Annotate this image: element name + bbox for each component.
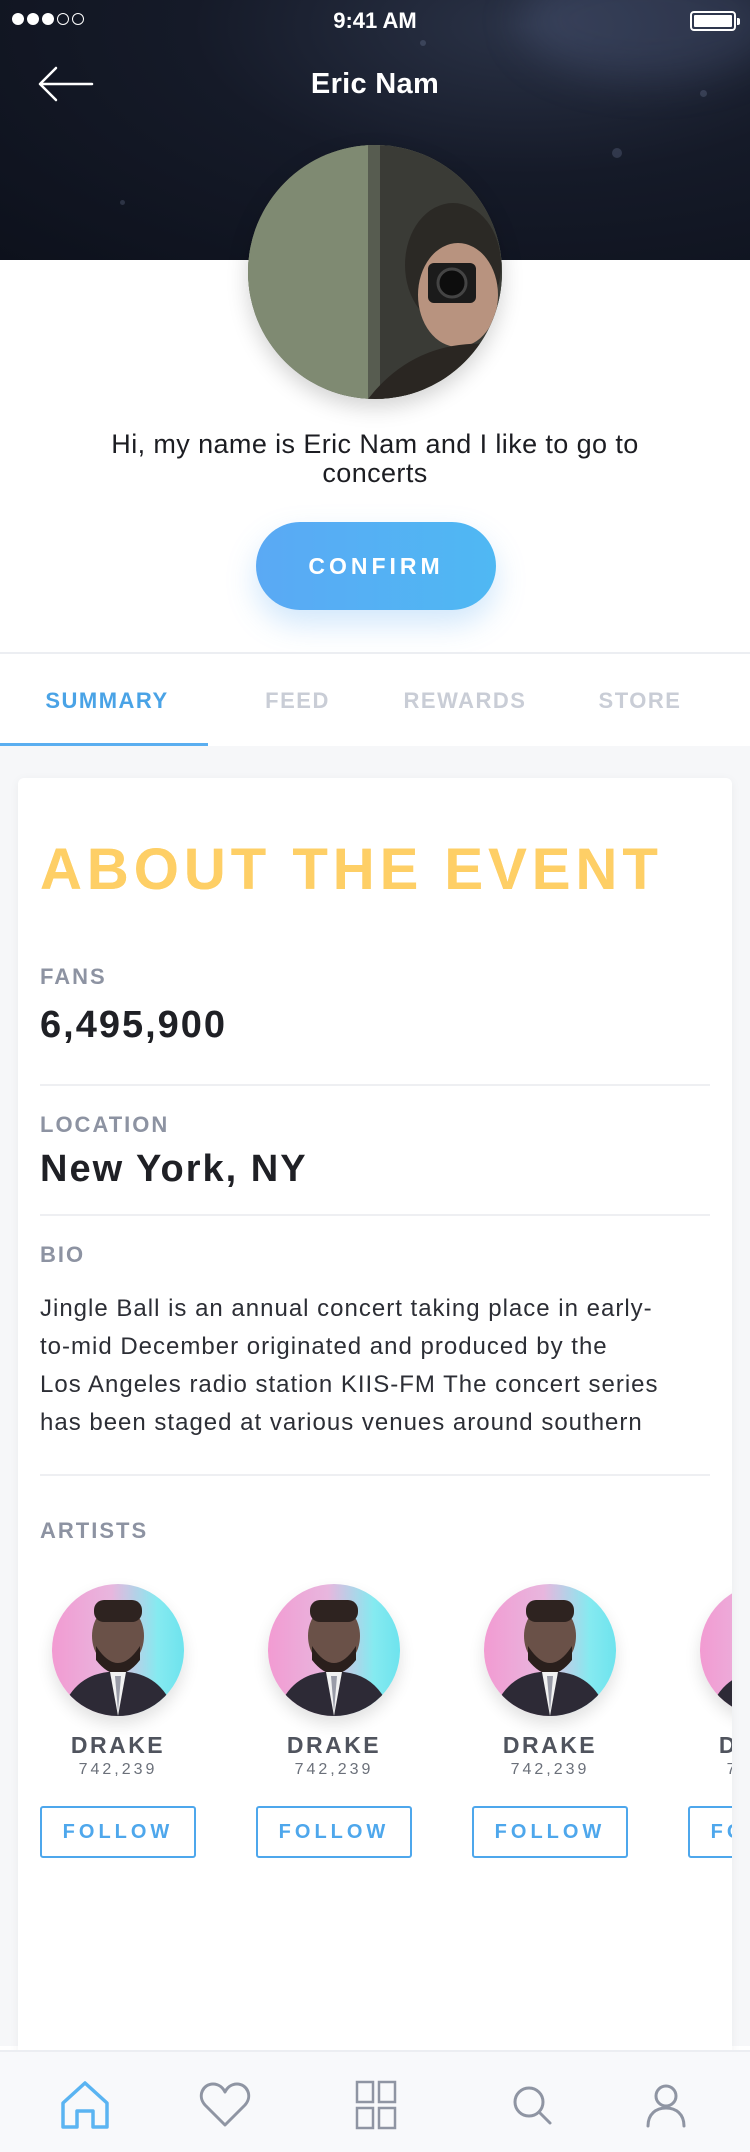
location-label: LOCATION xyxy=(40,1112,170,1137)
battery-icon xyxy=(690,11,740,31)
artist-avatar[interactable] xyxy=(484,1584,616,1716)
follow-button[interactable]: FOLLOW xyxy=(688,1806,732,1858)
follow-button[interactable]: FOLLOW xyxy=(40,1806,196,1858)
event-title: ABOUT THE EVENT xyxy=(40,837,663,902)
bio-label: BIO xyxy=(40,1242,86,1267)
artist-follower-count: 742,239 xyxy=(294,1761,374,1778)
artists-label: ARTISTS xyxy=(40,1518,149,1543)
artist-follower-count: 742,239 xyxy=(78,1761,158,1778)
divider xyxy=(40,1214,710,1216)
artist-name: DRAKE xyxy=(718,1732,732,1758)
tab-summary[interactable]: SUMMARY xyxy=(0,654,214,748)
artist-follower-count: 742,239 xyxy=(510,1761,590,1778)
fans-value: 6,495,900 xyxy=(40,1004,228,1046)
location-value: New York, NY xyxy=(40,1148,308,1190)
artist-avatar[interactable] xyxy=(52,1584,184,1716)
tab-bar: SUMMARY FEED REWARDS STORE xyxy=(0,652,750,746)
tab-store[interactable]: STORE xyxy=(570,654,710,748)
artist-name: DRAKE xyxy=(70,1732,166,1758)
profile-icon[interactable] xyxy=(631,2070,701,2140)
artist-name: DRAKE xyxy=(286,1732,382,1758)
page-title: Eric Nam xyxy=(310,68,440,100)
bio-line: to-mid December originated and produced … xyxy=(40,1333,608,1360)
divider xyxy=(40,1084,710,1086)
artist-item: DRAKE 742,239 FOLLOW xyxy=(688,1584,732,1858)
home-icon[interactable] xyxy=(50,2070,120,2140)
divider xyxy=(40,1474,710,1476)
fans-label: FANS xyxy=(40,964,107,989)
artist-avatar[interactable] xyxy=(268,1584,400,1716)
artist-name: DRAKE xyxy=(502,1732,598,1758)
status-bar: 9:41 AM xyxy=(0,0,750,40)
artist-item: DRAKE 742,239 FOLLOW xyxy=(472,1584,628,1858)
heart-icon[interactable] xyxy=(190,2070,260,2140)
artists-list: DRAKE 742,239 FOLLOW DRAKE 742,239 FOLLO… xyxy=(40,1584,732,1858)
grid-icon[interactable] xyxy=(341,2070,411,2140)
tab-feed[interactable]: FEED xyxy=(230,654,365,748)
artist-item: DRAKE 742,239 FOLLOW xyxy=(40,1584,196,1858)
artist-item: DRAKE 742,239 FOLLOW xyxy=(256,1584,412,1858)
event-card: ABOUT THE EVENT FANS 6,495,900 LOCATION … xyxy=(18,778,732,2078)
follow-button[interactable]: FOLLOW xyxy=(256,1806,412,1858)
bio-line: Jingle Ball is an annual concert taking … xyxy=(40,1295,653,1322)
bottom-navigation xyxy=(0,2050,750,2152)
intro-text: Hi, my name is Eric Nam and I like to go… xyxy=(111,429,639,488)
bio-line: has been staged at various venues around… xyxy=(40,1409,643,1436)
profile-avatar xyxy=(248,145,502,399)
bio-text: Jingle Ball is an annual concert taking … xyxy=(40,1290,720,1442)
status-time: 9:41 AM xyxy=(333,8,417,33)
confirm-button[interactable]: CONFIRM xyxy=(256,522,496,610)
bio-line: Los Angeles radio station KIIS-FM The co… xyxy=(40,1371,659,1398)
search-icon[interactable] xyxy=(497,2070,567,2140)
follow-button[interactable]: FOLLOW xyxy=(472,1806,628,1858)
artist-avatar[interactable] xyxy=(700,1584,732,1716)
artist-follower-count: 742,239 xyxy=(688,1761,732,1779)
tab-rewards[interactable]: REWARDS xyxy=(385,654,545,748)
